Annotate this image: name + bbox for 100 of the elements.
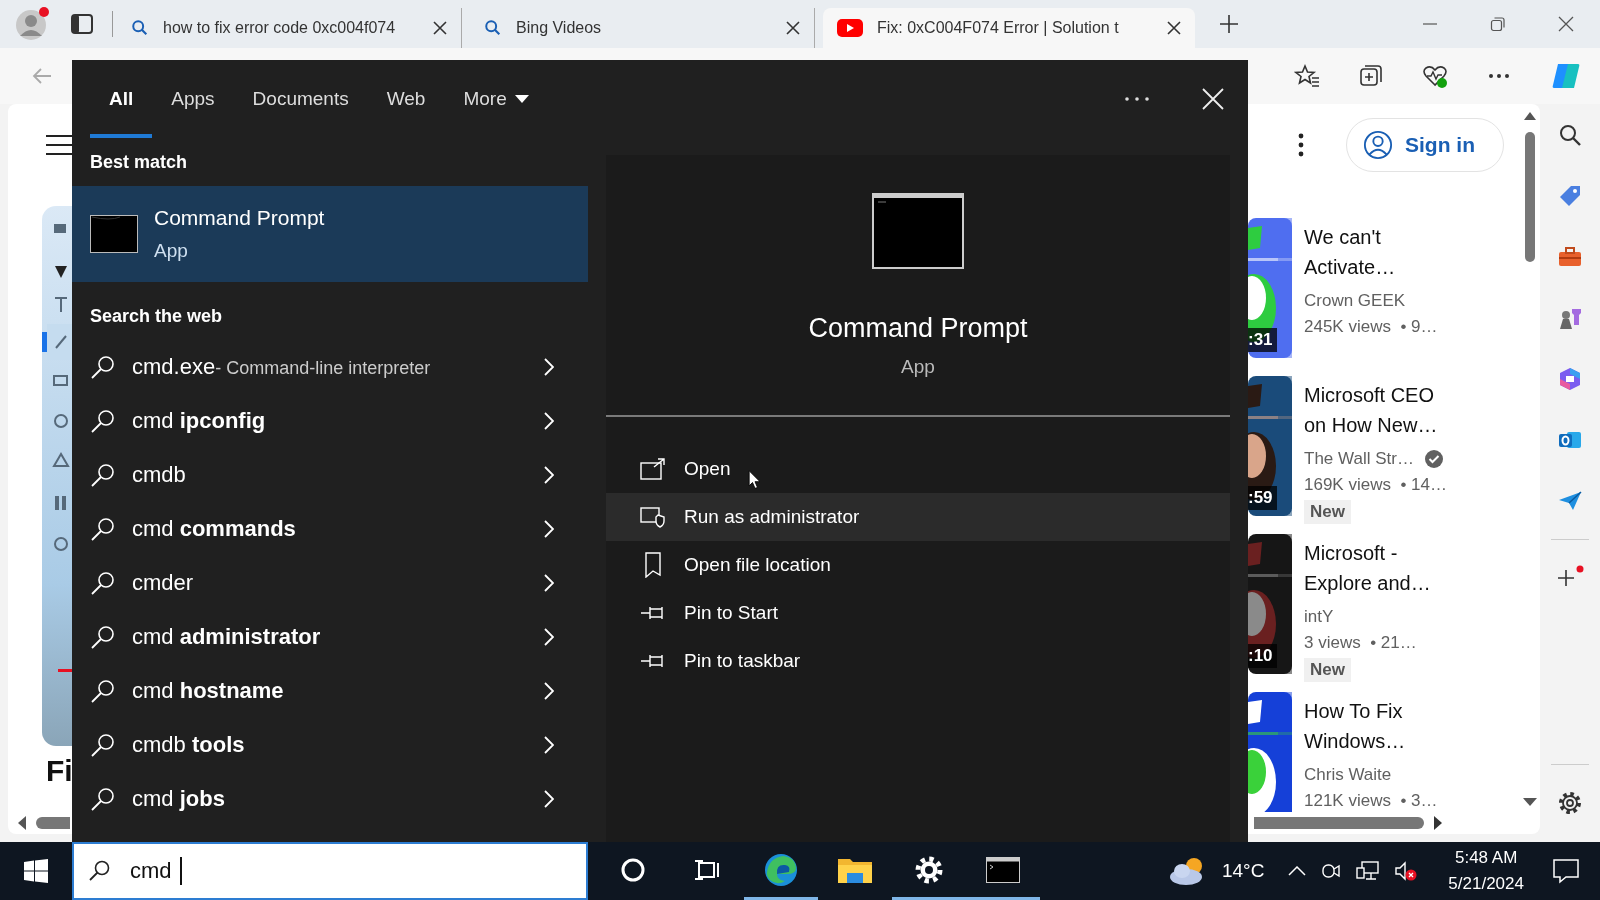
- search-icon: [131, 19, 149, 37]
- article-heading: Fi: [46, 754, 73, 788]
- video-title[interactable]: We can't Activate…: [1304, 222, 1450, 282]
- web-suggestion[interactable]: cmder: [72, 556, 588, 610]
- chevron-right-icon: [544, 358, 554, 376]
- filter-tab[interactable]: Web: [367, 60, 445, 138]
- video-duration: :31: [1248, 328, 1277, 352]
- chevron-right-icon: [544, 412, 554, 430]
- web-suggestion[interactable]: cmdb: [72, 448, 588, 502]
- close-icon[interactable]: [1167, 21, 1181, 35]
- app-name: Command Prompt: [808, 313, 1028, 344]
- verified-icon: [1423, 449, 1444, 469]
- web-suggestion[interactable]: cmd administrator: [72, 610, 588, 664]
- video-stats: 3 views • 21…: [1304, 632, 1417, 654]
- action-item[interactable]: Open: [606, 445, 1230, 493]
- channel-name: Crown GEEK: [1304, 290, 1406, 312]
- browser-tab[interactable]: Fix: 0xC004F074 Error | Solution t: [823, 8, 1195, 48]
- filter-tab[interactable]: Documents: [233, 60, 368, 138]
- video-title[interactable]: How To Fix Windows…: [1304, 696, 1450, 756]
- muted-speaker-icon[interactable]: [1394, 860, 1419, 882]
- section-heading: Search the web: [89, 305, 224, 328]
- web-suggestion[interactable]: cmd ipconfig: [72, 394, 588, 448]
- chevron-right-icon: [544, 790, 554, 808]
- scrollbar-thumb[interactable]: [1525, 132, 1535, 262]
- scrollbar-thumb[interactable]: [36, 817, 70, 829]
- scroll-up-icon[interactable]: [1524, 112, 1536, 120]
- search-icon: [90, 462, 116, 488]
- open-window-icon: [640, 458, 666, 480]
- action-item[interactable]: Pin to Start: [606, 589, 1230, 637]
- network-icon[interactable]: [1356, 860, 1381, 882]
- action-item[interactable]: Open file location: [606, 541, 1230, 589]
- search-icon: [90, 786, 116, 812]
- tab-actions-icon[interactable]: [70, 12, 94, 36]
- search-icon[interactable]: [1557, 122, 1583, 148]
- command-prompt-icon: [90, 215, 138, 253]
- clock-date[interactable]: 5/21/2024: [1448, 874, 1524, 894]
- more-icon[interactable]: [1298, 133, 1304, 157]
- scroll-down-icon[interactable]: [1523, 798, 1537, 806]
- search-field[interactable]: cmd: [72, 842, 588, 900]
- new-badge: New: [1304, 658, 1351, 682]
- office-icon[interactable]: [1557, 366, 1583, 392]
- search-icon: [90, 678, 116, 704]
- close-icon[interactable]: [786, 21, 800, 35]
- search-icon: [88, 859, 112, 883]
- restore-icon[interactable]: [1490, 16, 1506, 32]
- chevron-up-icon[interactable]: [1288, 866, 1307, 876]
- favorites-icon[interactable]: [1294, 63, 1320, 89]
- close-icon[interactable]: [433, 21, 447, 35]
- web-suggestion[interactable]: cmd jobs: [72, 772, 588, 826]
- action-item[interactable]: Run as administrator: [606, 493, 1230, 541]
- add-icon[interactable]: [1556, 565, 1584, 589]
- chevron-right-icon: [544, 628, 554, 646]
- search-icon: [90, 516, 116, 542]
- best-match-result[interactable]: Command Prompt App: [72, 186, 588, 282]
- new-tab-icon[interactable]: [1219, 14, 1239, 34]
- video-stats: 169K views • 14…: [1304, 474, 1447, 496]
- pin-icon: [640, 652, 666, 670]
- web-suggestion[interactable]: cmdb tools: [72, 718, 588, 772]
- notifications-icon[interactable]: [1552, 858, 1580, 884]
- channel-name: The Wall Str…: [1304, 448, 1414, 470]
- video-title[interactable]: Microsoft - Explore and…: [1304, 538, 1450, 598]
- scrollbar-thumb[interactable]: [1254, 817, 1424, 829]
- search-icon: [484, 19, 502, 37]
- profile-avatar-icon[interactable]: [14, 6, 50, 42]
- video-stats: 245K views • 9…: [1304, 316, 1438, 338]
- search-icon: [90, 732, 116, 758]
- settings-icon[interactable]: [1557, 790, 1583, 816]
- settings-icon: [914, 854, 944, 885]
- sign-in-button[interactable]: Sign in: [1346, 118, 1504, 172]
- chevron-right-icon: [544, 466, 554, 484]
- chevron-right-icon: [544, 736, 554, 754]
- scroll-right-icon[interactable]: [1434, 816, 1442, 830]
- shield-icon: [640, 506, 666, 528]
- web-suggestion[interactable]: cmd commands: [72, 502, 588, 556]
- filter-tab[interactable]: Apps: [152, 60, 234, 138]
- app-type: App: [901, 356, 935, 378]
- search-icon: [90, 570, 116, 596]
- chevron-right-icon: [544, 520, 554, 538]
- person-icon: [1363, 130, 1393, 160]
- more-options-icon[interactable]: [1124, 96, 1150, 102]
- web-suggestion[interactable]: cmd.exe- Command-line interpreter: [72, 340, 588, 394]
- menu-icon[interactable]: [46, 134, 74, 156]
- web-suggestion[interactable]: cmd hostname: [72, 664, 588, 718]
- health-icon[interactable]: [1422, 63, 1448, 89]
- filter-tab[interactable]: All: [90, 60, 153, 138]
- action-item[interactable]: Pin to taskbar: [606, 637, 1230, 685]
- start-icon[interactable]: [24, 859, 48, 883]
- video-duration: :10: [1248, 644, 1277, 668]
- filter-tab[interactable]: More: [444, 60, 548, 138]
- weather-temperature[interactable]: 14°C: [1221, 860, 1265, 882]
- command-prompt-icon: [872, 193, 964, 269]
- collections-icon[interactable]: [1358, 63, 1384, 89]
- section-heading: Best match: [89, 151, 189, 174]
- mouse-cursor-icon: [748, 470, 762, 490]
- scroll-left-icon[interactable]: [18, 816, 26, 830]
- video-title[interactable]: Microsoft CEO on How New…: [1304, 380, 1450, 440]
- new-badge: New: [1304, 500, 1351, 524]
- clock-time[interactable]: 5:48 AM: [1455, 848, 1518, 868]
- video-play-icon: [837, 19, 863, 37]
- close-icon[interactable]: [1558, 16, 1574, 32]
